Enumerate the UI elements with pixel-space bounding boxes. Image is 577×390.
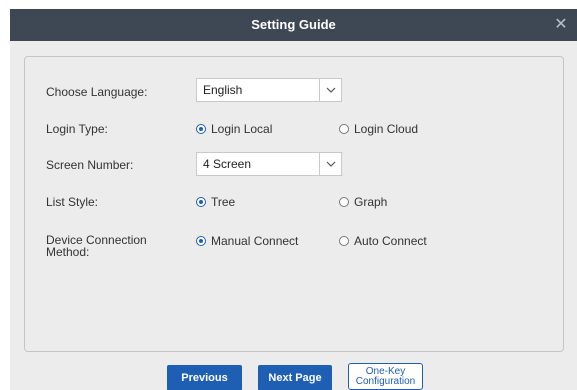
radio-selected-icon	[196, 124, 206, 134]
radio-unselected-icon	[339, 236, 349, 246]
list-style-label: List Style:	[46, 195, 99, 209]
radio-auto-connect-label: Auto Connect	[354, 234, 427, 248]
choose-language-label: Choose Language:	[46, 85, 148, 99]
previous-page-button[interactable]: Previous Page	[167, 365, 242, 390]
screen-number-label: Screen Number:	[46, 158, 134, 172]
radio-unselected-icon	[339, 124, 349, 134]
language-select-value: English	[203, 83, 243, 97]
settings-panel: Choose Language: English Login Type: Log…	[24, 56, 564, 352]
radio-tree[interactable]: Tree	[196, 195, 235, 209]
radio-unselected-icon	[339, 197, 349, 207]
radio-auto-connect[interactable]: Auto Connect	[339, 234, 427, 248]
chevron-down-icon[interactable]	[319, 79, 341, 101]
device-connection-label-line2: Method:	[46, 245, 90, 259]
radio-manual-connect[interactable]: Manual Connect	[196, 234, 298, 248]
screen-number-select[interactable]: 4 Screen	[196, 152, 342, 176]
radio-selected-icon	[196, 236, 206, 246]
language-select[interactable]: English	[196, 78, 342, 102]
radio-login-local[interactable]: Login Local	[196, 122, 272, 136]
radio-tree-label: Tree	[211, 195, 236, 209]
radio-login-cloud-label: Login Cloud	[354, 122, 419, 136]
title-bar: Setting Guide ✕	[10, 9, 577, 41]
radio-graph[interactable]: Graph	[339, 195, 387, 209]
radio-login-cloud[interactable]: Login Cloud	[339, 122, 418, 136]
one-key-configuration-button[interactable]: One-Key Configuration	[348, 363, 423, 390]
next-page-button[interactable]: Next Page	[258, 365, 332, 390]
radio-login-local-label: Login Local	[211, 122, 273, 136]
dialog-title: Setting Guide	[251, 17, 336, 32]
setting-guide-dialog: Setting Guide ✕ Choose Language: English…	[10, 9, 577, 390]
chevron-down-icon[interactable]	[319, 153, 341, 175]
radio-graph-label: Graph	[354, 195, 388, 209]
screen-number-select-value: 4 Screen	[203, 157, 252, 171]
login-type-label: Login Type:	[46, 122, 108, 136]
close-icon[interactable]: ✕	[551, 15, 571, 35]
radio-manual-connect-label: Manual Connect	[211, 234, 299, 248]
radio-selected-icon	[196, 197, 206, 207]
one-key-configuration-label-line2: Configuration	[355, 376, 416, 387]
